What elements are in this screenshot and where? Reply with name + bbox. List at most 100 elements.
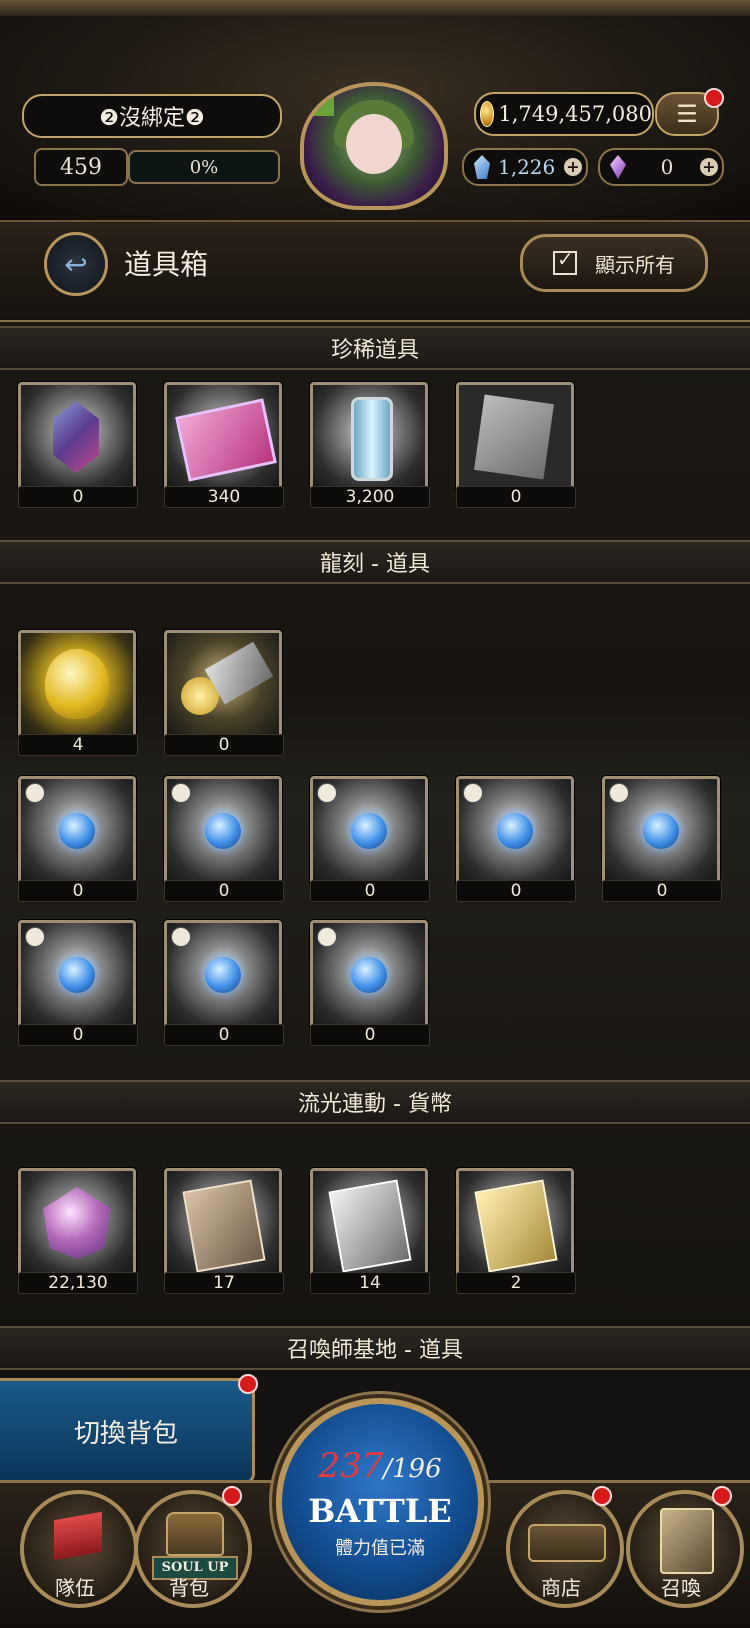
item-frame: [164, 382, 282, 492]
avatar-face: [346, 114, 402, 174]
blue-orb-icon: [351, 957, 387, 993]
switch-bag-notification-dot: [238, 1374, 258, 1394]
item-list[interactable]: 珍稀道具 0 340 3,200 0 龍刻 - 道具 4 0 0 0 0 0 0…: [0, 322, 750, 1382]
element-tag-icon: [317, 927, 337, 947]
shop-notification-dot: [592, 1486, 612, 1506]
player-level-text: 459: [60, 154, 102, 180]
item-frame: [18, 776, 136, 886]
grey-card-icon: [474, 394, 554, 480]
blue-orb-icon: [351, 813, 387, 849]
item-count: 0: [164, 1024, 284, 1046]
item-slot[interactable]: 0: [18, 920, 138, 1046]
item-count: 0: [164, 880, 284, 902]
switch-bag-button[interactable]: 切換背包: [0, 1378, 255, 1484]
item-frame: [164, 630, 282, 740]
item-slot[interactable]: 4: [18, 630, 138, 756]
item-slot[interactable]: 3,200: [310, 382, 430, 508]
item-frame: [18, 920, 136, 1030]
item-count: 0: [18, 486, 138, 508]
exp-text: 0%: [189, 156, 219, 178]
item-count: 0: [164, 734, 284, 756]
nav-team-label: 隊伍: [55, 1576, 95, 1600]
energy-canister-icon: [351, 397, 393, 481]
page-title: 道具箱: [124, 248, 209, 281]
show-all-label: 顯示所有: [595, 252, 675, 277]
coin-amount: 1,749,457,080: [498, 102, 652, 126]
item-slot[interactable]: 340: [164, 382, 284, 508]
blue-orb-icon: [643, 813, 679, 849]
item-slot[interactable]: 22,130: [18, 1168, 138, 1294]
blue-orb-icon: [497, 813, 533, 849]
item-frame: [310, 920, 428, 1030]
item-slot[interactable]: 2: [456, 1168, 576, 1294]
element-tag-icon: [25, 927, 45, 947]
blue-orb-icon: [205, 813, 241, 849]
player-name[interactable]: ❷沒綁定❷: [22, 94, 282, 138]
item-slot[interactable]: 0: [456, 382, 576, 508]
summon-card-icon: [660, 1508, 714, 1574]
item-count: 0: [310, 880, 430, 902]
item-count: 0: [18, 1024, 138, 1046]
pink-card-icon: [175, 398, 277, 482]
item-slot[interactable]: 0: [310, 920, 430, 1046]
stamina-max: /196: [383, 1454, 442, 1484]
show-all-button[interactable]: 顯示所有: [520, 234, 708, 292]
item-slot[interactable]: 0: [164, 776, 284, 902]
item-frame: [456, 776, 574, 886]
element-tag-icon: [171, 927, 191, 947]
item-slot[interactable]: 17: [164, 1168, 284, 1294]
crystal-counter: 1,226 +: [462, 148, 588, 186]
back-button[interactable]: ↩: [44, 232, 108, 296]
coin-icon: [480, 101, 495, 127]
element-tag-icon: [609, 783, 629, 803]
blue-orb-icon: [59, 957, 95, 993]
chest-icon: [166, 1512, 224, 1556]
item-count: 17: [164, 1272, 284, 1294]
item-count: 22,130: [18, 1272, 138, 1294]
player-name-text: ❷沒綁定❷: [99, 106, 205, 131]
golden-heart-icon: [45, 649, 109, 719]
gem-amount: 0: [660, 155, 674, 179]
element-tag-icon: [317, 783, 337, 803]
item-frame: [310, 382, 428, 492]
battle-button[interactable]: 237/196 BATTLE 體力值已滿: [276, 1398, 484, 1606]
crystal-amount: 1,226: [498, 155, 556, 179]
avatar-leaf-icon: [304, 86, 334, 116]
item-frame: [164, 1168, 282, 1278]
item-count: 3,200: [310, 486, 430, 508]
item-slot[interactable]: 0: [164, 920, 284, 1046]
item-count: 2: [456, 1272, 576, 1294]
stamina-display: 237/196: [282, 1446, 478, 1486]
bag-notification-dot: [222, 1486, 242, 1506]
add-gem-button[interactable]: +: [700, 158, 718, 176]
item-slot[interactable]: 0: [310, 776, 430, 902]
item-slot[interactable]: 14: [310, 1168, 430, 1294]
item-slot[interactable]: 0: [602, 776, 722, 902]
item-frame: [310, 1168, 428, 1278]
item-frame: [18, 1168, 136, 1278]
add-crystal-button[interactable]: +: [564, 158, 582, 176]
section-title: 珍稀道具: [330, 338, 419, 363]
element-tag-icon: [171, 783, 191, 803]
player-level: 459: [34, 148, 128, 186]
item-slot[interactable]: 0: [18, 776, 138, 902]
item-slot[interactable]: 0: [164, 630, 284, 756]
item-count: 0: [456, 880, 576, 902]
item-count: 0: [456, 486, 576, 508]
gem-counter: 0 +: [598, 148, 724, 186]
item-count: 4: [18, 734, 138, 756]
exp-bar: 0%: [128, 150, 280, 184]
element-tag-icon: [463, 783, 483, 803]
item-slot[interactable]: 0: [18, 382, 138, 508]
shop-sign-icon: [528, 1524, 606, 1562]
item-slot[interactable]: 0: [456, 776, 576, 902]
battle-label: BATTLE: [308, 1492, 452, 1530]
section-header-collab-currency: 流光連動 - 貨幣: [0, 1080, 750, 1124]
stamina-current: 237: [318, 1446, 384, 1486]
back-arrow-icon: ↩: [64, 247, 88, 281]
player-avatar[interactable]: [300, 82, 448, 210]
nav-bag-label: 背包: [169, 1576, 209, 1600]
section-header-summoner-base: 召喚師基地 - 道具: [0, 1326, 750, 1370]
menu-notification-dot: [704, 88, 724, 108]
rare-crystal-icon: [53, 401, 99, 473]
